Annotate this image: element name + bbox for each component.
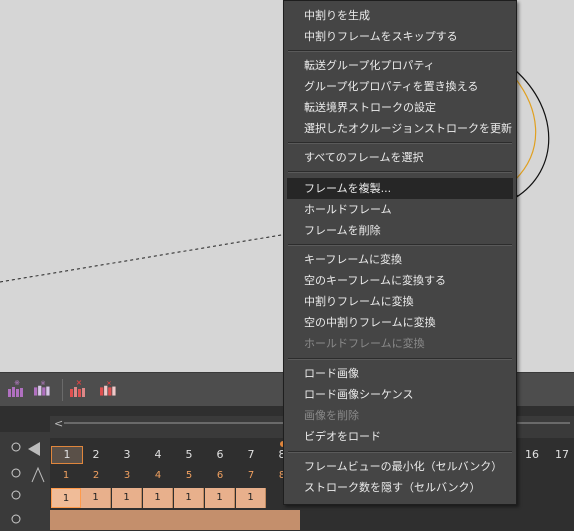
menu-separator	[288, 50, 512, 52]
svg-text:×: ×	[76, 379, 83, 387]
delete-group-icon[interactable]: ×	[100, 379, 118, 399]
menu-separator	[288, 142, 512, 144]
menu-item-transfer-grouping[interactable]: 転送グループ化プロパティ	[284, 55, 516, 76]
svg-text:×: ×	[106, 379, 111, 387]
frame-cell-selected[interactable]: 1	[51, 488, 81, 508]
menu-item-load-image-sequence[interactable]: ロード画像シーケンス	[284, 384, 516, 405]
ruler-frame-17[interactable]: 17	[547, 448, 574, 461]
menu-separator	[288, 171, 512, 173]
frame-cell[interactable]: 1	[205, 488, 235, 508]
menu-item-hold-frame[interactable]: ホールドフレーム	[284, 199, 516, 220]
layer-lock-icon[interactable]	[8, 488, 48, 506]
delete-layer-icon[interactable]: ×	[70, 379, 88, 399]
frame-cell[interactable]: 1	[174, 488, 204, 508]
menu-item-update-occlusion[interactable]: 選択したオクルージョンストロークを更新	[284, 118, 516, 139]
empty-frame-row[interactable]	[50, 510, 300, 530]
layer2-visibility-icon[interactable]	[8, 512, 48, 530]
menu-separator	[288, 244, 512, 246]
cell-number: 1	[62, 470, 70, 481]
cell-number: 7	[247, 470, 255, 481]
menu-item-hide-stroke-count[interactable]: ストローク数を隠す（セルバンク）	[284, 477, 516, 498]
cell-number: 5	[185, 470, 193, 481]
ruler-frame-3[interactable]: 3	[112, 448, 142, 461]
menu-item-load-image[interactable]: ロード画像	[284, 363, 516, 384]
menu-item-convert-inbetween[interactable]: 中割りフレームに変換	[284, 291, 516, 312]
menu-item-delete-frame[interactable]: フレームを削除	[284, 220, 516, 241]
ruler-frame-6[interactable]: 6	[205, 448, 235, 461]
menu-separator	[288, 358, 512, 360]
ruler-frame-4[interactable]: 4	[143, 448, 173, 461]
svg-text:<: <	[54, 417, 63, 430]
menu-item-convert-empty-keyframe[interactable]: 空のキーフレームに変換する	[284, 270, 516, 291]
ruler-frame-2[interactable]: 2	[81, 448, 111, 461]
toolbar-separator	[62, 379, 63, 401]
cell-number: 4	[154, 470, 162, 481]
frame-cell[interactable]: 1	[143, 488, 173, 508]
menu-item-duplicate-frame[interactable]: フレームを複製...	[287, 178, 513, 199]
ruler-frame-5[interactable]: 5	[174, 448, 204, 461]
orange-stroke	[514, 77, 537, 181]
ruler-frame-16[interactable]: 16	[517, 448, 547, 461]
menu-item-convert-keyframe[interactable]: キーフレームに変換	[284, 249, 516, 270]
menu-item-convert-empty-inbetween[interactable]: 空の中割りフレームに変換	[284, 312, 516, 333]
menu-item-replace-grouping[interactable]: グループ化プロパティを置き換える	[284, 76, 516, 97]
add-layer-icon[interactable]: ※	[8, 379, 26, 399]
menu-item-delete-image: 画像を削除	[304, 409, 359, 422]
svg-text:※: ※	[14, 379, 20, 387]
menu-item-generate-inbetweens[interactable]: 中割りを生成	[284, 5, 516, 26]
ruler-frame-1[interactable]: 1	[51, 446, 83, 464]
svg-text:※: ※	[41, 381, 46, 387]
onion-skin-toggle-icon[interactable]	[8, 440, 48, 458]
menu-item-convert-hold-frame: ホールドフレームに変換	[304, 337, 425, 350]
layer-visibility-icon[interactable]	[8, 466, 48, 484]
cell-number: 6	[216, 470, 224, 481]
menu-item-skip-inbetweens[interactable]: 中割りフレームをスキップする	[284, 26, 516, 47]
frame-cell[interactable]: 1	[81, 488, 111, 508]
menu-item-transfer-boundary[interactable]: 転送境界ストロークの設定	[284, 97, 516, 118]
menu-item-select-all-frames[interactable]: すべてのフレームを選択	[284, 147, 516, 168]
frame-cell[interactable]: 1	[112, 488, 142, 508]
menu-item-load-video[interactable]: ビデオをロード	[284, 426, 516, 447]
menu-item-minimize-frame-view[interactable]: フレームビューの最小化（セルバンク）	[284, 456, 516, 477]
add-group-icon[interactable]: ※	[34, 379, 52, 399]
cell-number: 2	[92, 470, 100, 481]
cell-number: 3	[123, 470, 131, 481]
black-stroke	[514, 69, 550, 199]
frame-cell[interactable]: 1	[236, 488, 266, 508]
ruler-frame-7[interactable]: 7	[236, 448, 266, 461]
timeline-context-menu: 中割りを生成 中割りフレームをスキップする 転送グループ化プロパティ グループ化…	[283, 0, 517, 505]
menu-separator	[288, 451, 512, 453]
